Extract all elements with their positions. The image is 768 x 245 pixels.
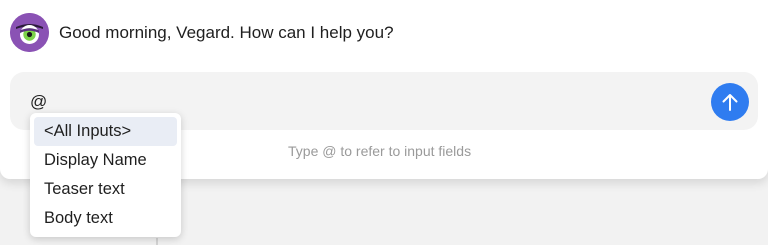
mention-dropdown: <All Inputs> Display Name Teaser text Bo…: [30, 113, 181, 237]
assistant-avatar: [10, 13, 49, 52]
mention-option-body-text[interactable]: Body text: [34, 204, 177, 233]
send-button[interactable]: [711, 83, 749, 121]
mention-option-teaser-text[interactable]: Teaser text: [34, 175, 177, 204]
prompt-input[interactable]: @: [30, 91, 47, 113]
cyclops-avatar-icon: [10, 13, 49, 52]
mention-option-display-name[interactable]: Display Name: [34, 146, 177, 175]
mention-option-all-inputs[interactable]: <All Inputs>: [34, 117, 177, 146]
assistant-greeting: Good morning, Vegard. How can I help you…: [59, 23, 394, 42]
arrow-up-icon: [722, 94, 738, 111]
input-hint: Type @ to refer to input fields: [288, 143, 472, 159]
background-divider: [156, 238, 158, 245]
